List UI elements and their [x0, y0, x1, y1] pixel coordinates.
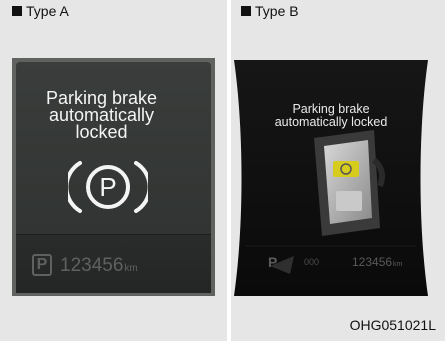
- type-b-trip-odometer: 000: [304, 257, 320, 267]
- type-b-label: Type B: [241, 3, 299, 19]
- parking-switch-illustration: [314, 130, 385, 236]
- parking-icon-letter: P: [99, 172, 116, 202]
- type-b-odometer: 123456km: [352, 255, 403, 269]
- parking-brake-icon: P: [68, 161, 148, 213]
- parking-indicator-icon: P: [268, 254, 278, 270]
- bullet-square-icon: [241, 6, 251, 16]
- type-a-odometer: 123456km: [60, 255, 138, 276]
- type-a-message-line-3: locked: [75, 122, 128, 142]
- figure-page: Type A Parking brake automatically locke…: [0, 0, 445, 341]
- type-a-label: Type A: [12, 3, 69, 19]
- type-b-message-line-2: automatically locked: [274, 115, 388, 129]
- figure-code: OHG051021L: [349, 317, 436, 333]
- bullet-square-icon: [12, 6, 22, 16]
- parking-indicator-icon: P: [32, 254, 52, 276]
